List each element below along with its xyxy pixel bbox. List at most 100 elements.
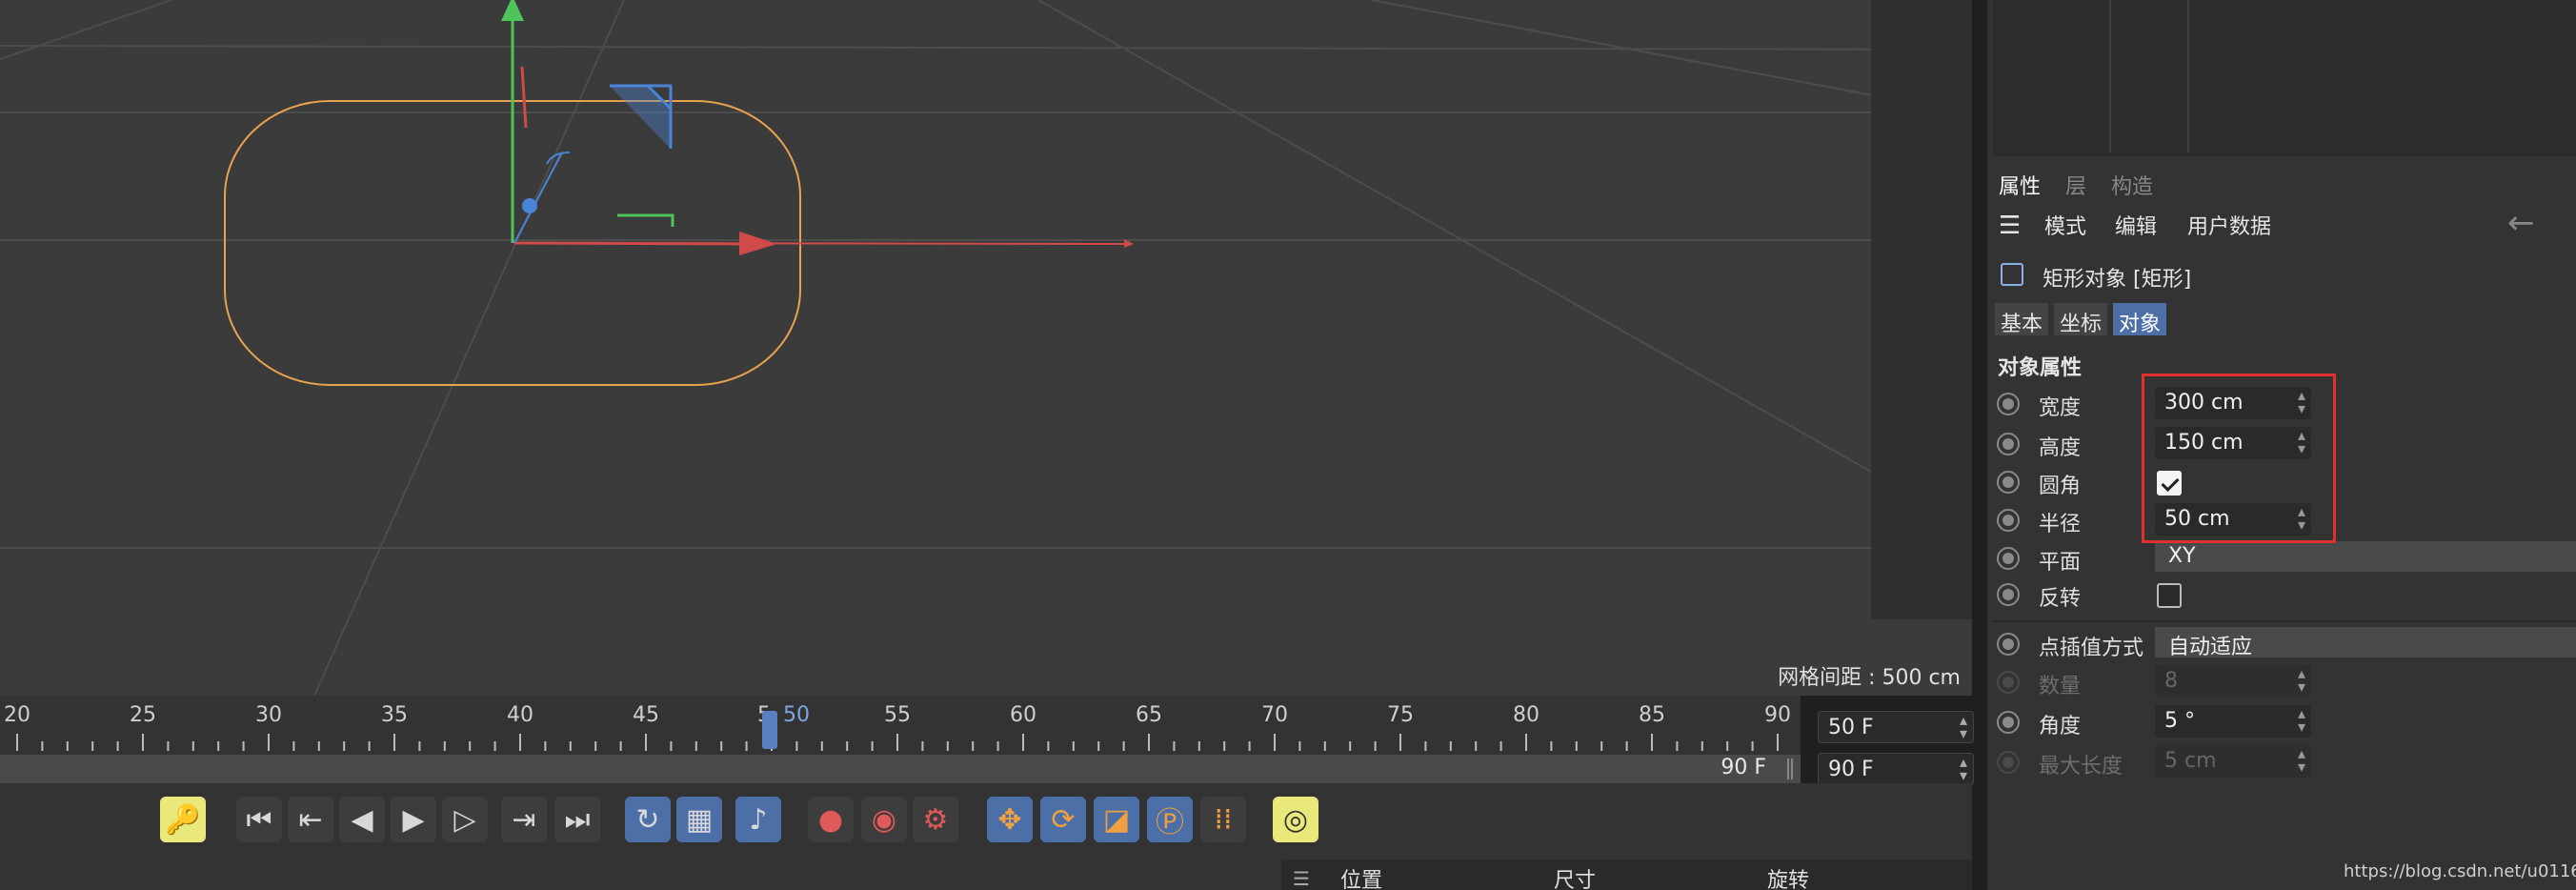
property-label: 点插值方式 xyxy=(2039,637,2144,660)
timeline-tick: 85 xyxy=(1639,703,1665,727)
parameter-icon[interactable]: Ⓟ xyxy=(1147,797,1193,842)
animate-radio-icon[interactable] xyxy=(1997,393,2020,415)
play-icon[interactable]: ▶ xyxy=(391,797,436,842)
step-back-icon[interactable]: ◀ xyxy=(339,797,385,842)
property-label: 反转 xyxy=(2039,587,2082,611)
end-frame-value: 90 F xyxy=(1828,758,1874,781)
record-keyframe-icon[interactable]: 🔑 xyxy=(160,797,206,842)
current-frame-value: 50 F xyxy=(1828,716,1874,739)
timeline-tick: 25 xyxy=(130,703,156,727)
menu-user-data[interactable]: 用户数据 xyxy=(2187,210,2271,240)
y-axis-arrow-icon xyxy=(501,0,524,21)
animate-radio-icon xyxy=(1997,751,2020,774)
section-object-properties: 对象属性 xyxy=(1998,356,2083,380)
plane-handle-icon xyxy=(610,84,673,149)
property-reverse: 反转 xyxy=(1997,577,2576,611)
property-interpolation: 点插值方式 自动适应 xyxy=(1997,627,2576,660)
reverse-checkbox[interactable] xyxy=(2157,583,2182,608)
hamburger-menu-icon[interactable]: ☰ xyxy=(1999,212,2021,240)
spinner-icon[interactable]: ▴ ▾ xyxy=(2298,706,2305,735)
timeline-playhead[interactable] xyxy=(762,711,777,749)
timeline-tick-current: 50 xyxy=(783,703,810,727)
range-handle[interactable] xyxy=(1787,759,1793,779)
animate-radio-icon[interactable] xyxy=(1997,433,2020,455)
property-max-length: 最大长度 5 cm ▴ ▾ xyxy=(1997,744,2576,779)
back-arrow-icon[interactable]: ← xyxy=(2507,204,2535,242)
property-plane: 平面 XY xyxy=(1997,541,2576,575)
rotation-arc-x xyxy=(520,66,528,129)
pivot-handle xyxy=(522,198,537,213)
timeline-tick: 30 xyxy=(255,703,282,727)
timeline-range-bar[interactable]: 90 F xyxy=(0,755,1801,783)
keyframe-record-icon[interactable]: ● xyxy=(808,797,854,842)
end-frame-field[interactable]: 90 F ▴ ▾ xyxy=(1818,753,1974,785)
object-title: 矩形对象 [矩形] xyxy=(2043,268,2192,292)
rotate-icon[interactable]: ⟳ xyxy=(1040,797,1086,842)
x-axis-arrow-icon xyxy=(739,232,777,255)
viewport[interactable]: 网格间距 : 500 cm xyxy=(0,0,1972,696)
property-number: 数量 8 ▴ ▾ xyxy=(1997,665,2576,698)
menu-mode[interactable]: 模式 xyxy=(2044,210,2086,240)
spinner-icon: ▴ ▾ xyxy=(2297,664,2305,696)
animate-radio-icon[interactable] xyxy=(1997,471,2020,494)
menu-icon[interactable]: ☰ xyxy=(1293,867,1310,890)
scale-icon[interactable]: ◪ xyxy=(1094,797,1139,842)
position-header: 位置 xyxy=(1340,869,1383,890)
autokey-icon[interactable]: ◉ xyxy=(861,797,907,842)
object-checkbox[interactable] xyxy=(2001,263,2023,286)
timeline-tick: 55 xyxy=(884,703,911,727)
timeline-tick: 70 xyxy=(1261,703,1288,727)
viewport-scene[interactable] xyxy=(0,0,1972,696)
tab-layers[interactable]: 层 xyxy=(2065,170,2086,200)
size-header: 尺寸 xyxy=(1554,869,1597,890)
range-end-label: 90 F xyxy=(1721,756,1766,779)
timeline-ruler xyxy=(16,734,1779,751)
property-label: 高度 xyxy=(2039,436,2082,460)
step-forward-icon[interactable]: ▷ xyxy=(442,797,488,842)
spinner-icon[interactable]: ▴ ▾ xyxy=(1960,713,1967,741)
menu-edit[interactable]: 编辑 xyxy=(2115,210,2157,240)
animate-radio-icon[interactable] xyxy=(1997,583,2020,606)
divider xyxy=(2187,0,2189,152)
animate-radio-icon[interactable] xyxy=(1997,547,2020,570)
move-icon[interactable]: ✥ xyxy=(987,797,1033,842)
current-frame-field[interactable]: 50 F ▴ ▾ xyxy=(1818,711,1974,743)
interpolation-dropdown[interactable]: 自动适应 xyxy=(2155,627,2576,659)
subtab-basic[interactable]: 基本 xyxy=(1995,303,2049,336)
next-key-icon[interactable]: ⇥ xyxy=(501,797,547,842)
timeline-tick: 90 xyxy=(1764,703,1791,727)
timeline-tick: 80 xyxy=(1513,703,1540,727)
animate-radio-icon[interactable] xyxy=(1997,509,2020,532)
keyframe-settings-icon[interactable]: ⚙ xyxy=(913,797,958,842)
subtab-coordinates[interactable]: 坐标 xyxy=(2054,303,2108,336)
rotation-arc-y xyxy=(617,213,674,227)
timeline-tick: 60 xyxy=(1010,703,1036,727)
go-to-end-icon[interactable]: ⏭ xyxy=(554,797,600,842)
animate-radio-icon[interactable] xyxy=(1997,711,2020,734)
subtab-object[interactable]: 对象 xyxy=(2113,303,2167,336)
animate-radio-icon[interactable] xyxy=(1997,633,2020,656)
tab-structure[interactable]: 构造 xyxy=(2111,170,2153,200)
property-label: 数量 xyxy=(2039,675,2082,698)
spinner-icon[interactable]: ▴ ▾ xyxy=(1960,755,1967,783)
plane-dropdown[interactable]: XY xyxy=(2155,541,2576,572)
object-manager-area xyxy=(1993,0,2576,156)
property-label: 宽度 xyxy=(2039,396,2082,420)
timeline[interactable]: 20 25 30 35 40 45 5 50 55 60 65 70 75 80… xyxy=(0,696,1801,755)
motion-system-icon[interactable]: ◎ xyxy=(1273,797,1318,842)
go-to-start-icon[interactable]: ⏮ xyxy=(236,797,282,842)
timeline-tick: 75 xyxy=(1387,703,1414,727)
points-icon[interactable]: ⁞⁞ xyxy=(1200,797,1246,842)
spinner-icon: ▴ ▾ xyxy=(2297,744,2305,776)
viewport-safe-frame xyxy=(1871,0,1972,619)
sound-icon[interactable]: ♪ xyxy=(735,797,781,842)
number-input: 8 ▴ ▾ xyxy=(2155,665,2311,698)
grid-spacing-label: 网格间距 : 500 cm xyxy=(1778,666,1961,690)
timeline-tick: 20 xyxy=(4,703,30,727)
angle-input[interactable]: 5 ° ▴ ▾ xyxy=(2155,705,2311,738)
tab-attributes[interactable]: 属性 xyxy=(1999,170,2041,200)
property-label: 最大长度 xyxy=(2039,755,2123,779)
film-icon[interactable]: ▦ xyxy=(676,797,722,842)
previous-key-icon[interactable]: ⇤ xyxy=(288,797,333,842)
loop-icon[interactable]: ↻ xyxy=(625,797,671,842)
